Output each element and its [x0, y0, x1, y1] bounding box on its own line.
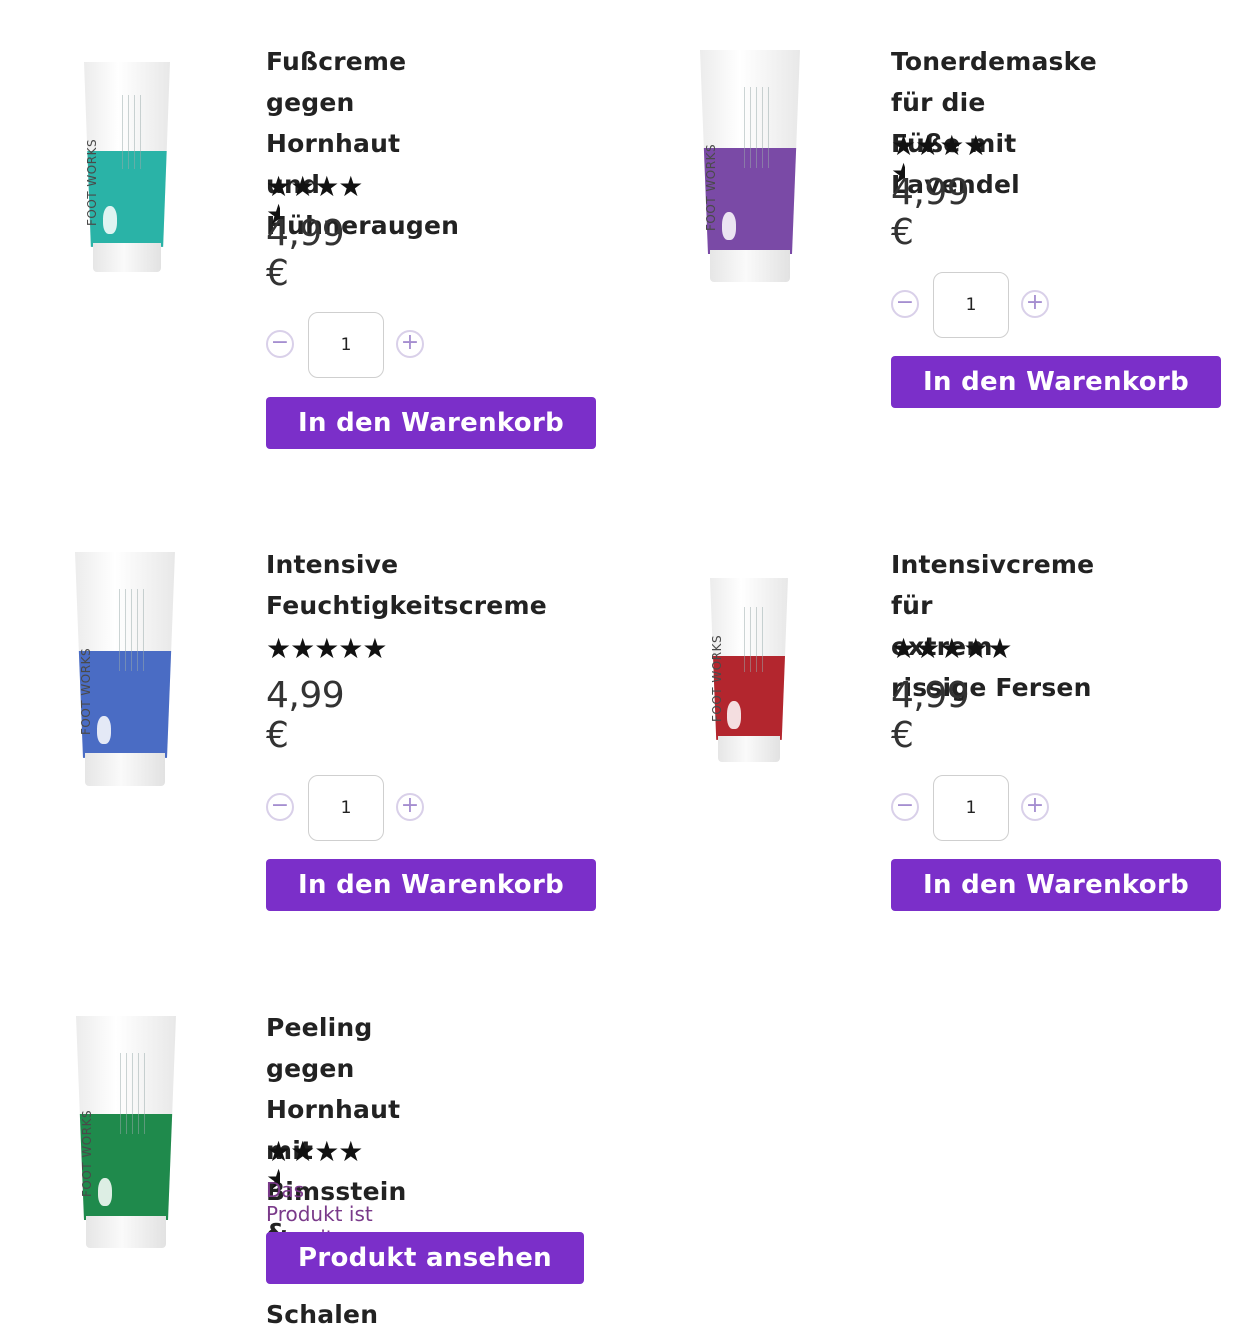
product-image[interactable]: FOOT WORKS [700, 50, 800, 282]
view-product-button[interactable]: Produkt ansehen [266, 1232, 584, 1284]
quantity-stepper: − 1 + [266, 312, 428, 378]
star-icon: ★★★★ [891, 129, 988, 162]
star-icon: ★★★★ [266, 1135, 363, 1168]
quantity-stepper: − 1 + [891, 272, 1053, 338]
add-to-cart-button[interactable]: In den Warenkorb [266, 397, 596, 449]
foot-icon [98, 1178, 112, 1207]
foot-icon [102, 206, 117, 235]
plus-icon[interactable]: + [1021, 793, 1049, 821]
brand-label: FOOT WORKS [710, 634, 725, 722]
plus-icon[interactable]: + [396, 793, 424, 821]
quantity-input[interactable]: 1 [308, 775, 384, 841]
quantity-stepper: − 1 + [266, 775, 428, 841]
add-to-cart-button[interactable]: In den Warenkorb [266, 859, 596, 911]
foot-icon [97, 715, 111, 744]
star-rating: ★★★★★ [266, 632, 388, 665]
product-price: 4,99 € [891, 172, 970, 253]
product-image[interactable]: FOOT WORKS [710, 578, 788, 762]
star-rating: ★★★★★ [891, 632, 1013, 665]
plus-icon[interactable]: + [1021, 290, 1049, 318]
quantity-input[interactable]: 1 [308, 312, 384, 378]
product-title[interactable]: Intensive Feuchtigkeitscreme [266, 544, 547, 626]
minus-icon[interactable]: − [891, 793, 919, 821]
plus-icon[interactable]: + [396, 330, 424, 358]
star-icon: ★★★★ [266, 170, 363, 203]
product-price: 4,99 € [266, 213, 345, 294]
quantity-stepper: − 1 + [891, 775, 1053, 841]
add-to-cart-button[interactable]: In den Warenkorb [891, 859, 1221, 911]
foot-icon [722, 212, 736, 241]
quantity-input[interactable]: 1 [933, 272, 1009, 338]
product-price: 4,99 € [891, 675, 970, 756]
quantity-input[interactable]: 1 [933, 775, 1009, 841]
minus-icon[interactable]: − [891, 290, 919, 318]
product-image[interactable]: FOOT WORKS [76, 1016, 176, 1248]
product-image[interactable]: FOOT WORKS [84, 62, 170, 272]
brand-label: FOOT WORKS [79, 647, 93, 735]
minus-icon[interactable]: − [266, 793, 294, 821]
add-to-cart-button[interactable]: In den Warenkorb [891, 356, 1221, 408]
brand-label: FOOT WORKS [704, 143, 718, 231]
brand-label: FOOT WORKS [80, 1109, 94, 1197]
product-price: 4,99 € [266, 675, 345, 756]
star-icon: ★★★★★ [266, 632, 388, 665]
star-icon: ★★★★★ [891, 632, 1013, 665]
brand-label: FOOT WORKS [85, 138, 100, 226]
foot-icon [727, 700, 742, 729]
minus-icon[interactable]: − [266, 330, 294, 358]
product-image[interactable]: FOOT WORKS [75, 552, 175, 786]
